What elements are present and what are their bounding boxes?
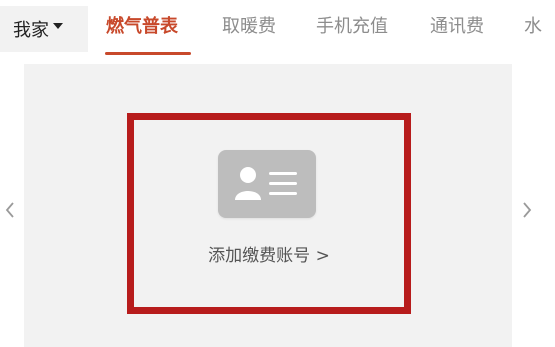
tab-gas-meter[interactable]: 燃气普表 <box>106 15 178 39</box>
tab-telecom-fee[interactable]: 通讯费 <box>430 15 484 39</box>
tab-water-fee[interactable]: 水 <box>524 15 542 39</box>
chevron-left-icon[interactable] <box>3 198 17 222</box>
chevron-right-icon[interactable] <box>520 198 534 222</box>
home-selector-label: 我家 <box>13 20 49 41</box>
top-tab-bar: 我家 燃气普表 取暖费 手机充值 通讯费 水 <box>0 0 555 58</box>
highlight-box <box>127 113 411 314</box>
tab-heating-fee[interactable]: 取暖费 <box>222 15 276 39</box>
active-tab-indicator <box>105 52 191 55</box>
home-selector[interactable]: 我家 <box>0 6 88 52</box>
tab-mobile-recharge[interactable]: 手机充值 <box>316 15 388 39</box>
caret-down-icon <box>53 23 63 29</box>
